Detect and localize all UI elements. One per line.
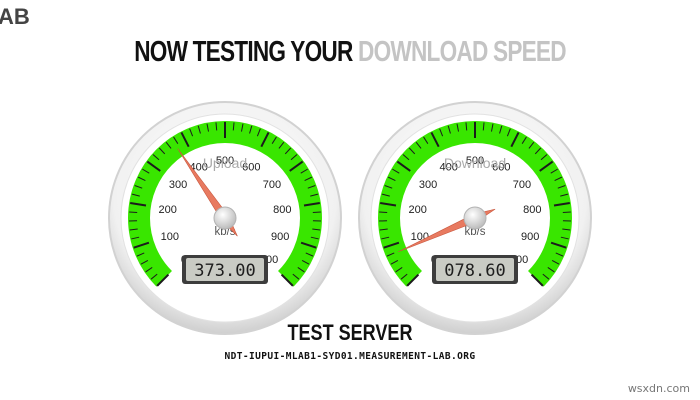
upload-gauge-svg: 01002003004005006007008009001000Uploadkb… — [108, 101, 342, 335]
upload-scale-label: 100 — [161, 231, 179, 243]
upload-minor-tick — [312, 211, 321, 213]
headline-highlight: DOWNLOAD SPEED — [358, 36, 567, 68]
watermark: wsxdn.com — [627, 382, 690, 395]
upload-scale-label: 800 — [273, 204, 291, 216]
download-scale-label: 700 — [513, 179, 531, 191]
upload-scale-label: 700 — [263, 179, 281, 191]
download-scale-label: 900 — [521, 231, 539, 243]
upload-readout-value: 373.00 — [194, 261, 255, 281]
upload-gauge: 01002003004005006007008009001000Uploadkb… — [105, 98, 345, 338]
download-gauge-label: Download — [444, 155, 506, 171]
download-scale-label: 200 — [409, 204, 427, 216]
download-minor-tick — [379, 211, 388, 213]
site-logo-fragment: AB — [0, 4, 30, 29]
download-gauge-svg: 01002003004005006007008009001000Download… — [358, 101, 592, 335]
page-headline: NOW TESTING YOUR DOWNLOAD SPEED — [77, 36, 623, 69]
download-readout-value: 078.60 — [444, 261, 505, 281]
upload-needle-hub — [213, 206, 237, 230]
download-scale-label: 300 — [419, 179, 437, 191]
upload-scale-label: 900 — [271, 231, 289, 243]
headline-primary: NOW TESTING YOUR — [134, 36, 359, 68]
download-needle-hub — [463, 206, 487, 230]
server-hostname: NDT-IUPUI-MLAB1-SYD01.MEASUREMENT-LAB.OR… — [224, 351, 476, 362]
upload-scale-label: 200 — [159, 204, 177, 216]
upload-minor-tick — [129, 211, 138, 213]
download-gauge: 01002003004005006007008009001000Download… — [355, 98, 595, 338]
download-scale-label: 800 — [523, 204, 541, 216]
server-title: TEST SERVER — [287, 320, 413, 345]
upload-scale-label: 300 — [169, 179, 187, 191]
download-minor-tick — [562, 211, 571, 213]
upload-gauge-label: Upload — [203, 155, 247, 171]
